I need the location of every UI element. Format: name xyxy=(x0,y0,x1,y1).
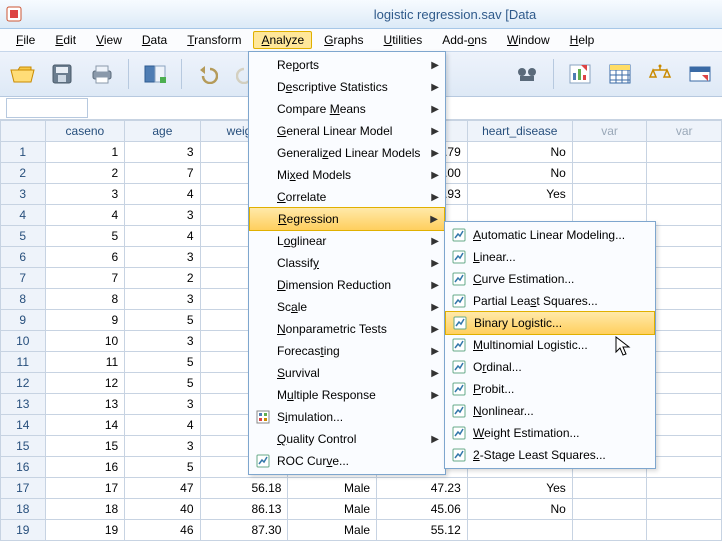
row-header-blank[interactable] xyxy=(1,121,46,142)
menu-file[interactable]: File xyxy=(8,31,43,49)
open-button[interactable] xyxy=(6,57,38,91)
menu-item-nonparametric-tests[interactable]: Nonparametric Tests▶ xyxy=(249,318,445,340)
menu-view[interactable]: View xyxy=(88,31,130,49)
menu-bar: FileEditViewDataTransformAnalyzeGraphs Ut… xyxy=(0,29,722,52)
window-title: logistic regression.sav [Data xyxy=(188,7,722,22)
submenu-arrow-icon: ▶ xyxy=(431,280,439,291)
menu-help[interactable]: Help xyxy=(562,31,603,49)
submenu-arrow-icon: ▶ xyxy=(431,148,439,159)
menu-item-dimension-reduction[interactable]: Dimension Reduction▶ xyxy=(249,274,445,296)
regression-item-icon xyxy=(451,337,467,353)
submenu-arrow-icon: ▶ xyxy=(431,368,439,379)
submenu-arrow-icon: ▶ xyxy=(431,346,439,357)
submenu-arrow-icon: ▶ xyxy=(431,258,439,269)
menu-item-multiple-response[interactable]: Multiple Response▶ xyxy=(249,384,445,406)
submenu-arrow-icon: ▶ xyxy=(431,434,439,445)
save-button[interactable] xyxy=(46,57,78,91)
menu-analyze[interactable]: Analyze xyxy=(253,31,312,49)
regression-item-icon xyxy=(451,249,467,265)
submenu-arrow-icon: ▶ xyxy=(431,390,439,401)
simulation-icon xyxy=(255,409,271,425)
regression-item-icon xyxy=(451,381,467,397)
submenu-arrow-icon: ▶ xyxy=(430,214,438,225)
menu-item-curve-estimation[interactable]: Curve Estimation... xyxy=(445,268,655,290)
menu-item-2-stage-least-squares[interactable]: 2-Stage Least Squares... xyxy=(445,444,655,466)
table-row[interactable]: 19194687.30Male55.12 xyxy=(1,520,722,541)
menu-item-classify[interactable]: Classify▶ xyxy=(249,252,445,274)
menu-item-general-linear-model[interactable]: General Linear Model▶ xyxy=(249,120,445,142)
menu-item-linear[interactable]: Linear... xyxy=(445,246,655,268)
menu-item-forecasting[interactable]: Forecasting▶ xyxy=(249,340,445,362)
menu-window[interactable]: Window xyxy=(499,31,558,49)
submenu-arrow-icon: ▶ xyxy=(431,104,439,115)
menu-item-multinomial-logistic[interactable]: Multinomial Logistic... xyxy=(445,334,655,356)
recall-dialog-button[interactable] xyxy=(139,57,171,91)
menu-item-automatic-linear-modeling[interactable]: Automatic Linear Modeling... xyxy=(445,224,655,246)
column-header-var[interactable]: var xyxy=(572,121,647,142)
menu-edit[interactable]: Edit xyxy=(47,31,84,49)
menu-addons[interactable]: Add-ons xyxy=(434,31,495,49)
undo-button[interactable] xyxy=(192,57,224,91)
menu-item-quality-control[interactable]: Quality Control▶ xyxy=(249,428,445,450)
menu-item-descriptive-statistics[interactable]: Descriptive Statistics▶ xyxy=(249,76,445,98)
regression-item-icon xyxy=(451,359,467,375)
weight-cases-button[interactable] xyxy=(644,57,676,91)
find-button[interactable] xyxy=(511,57,543,91)
menu-item-loglinear[interactable]: Loglinear▶ xyxy=(249,230,445,252)
menu-item-partial-least-squares[interactable]: Partial Least Squares... xyxy=(445,290,655,312)
menu-item-regression[interactable]: Regression▶ xyxy=(249,207,445,231)
submenu-arrow-icon: ▶ xyxy=(431,60,439,71)
regression-item-icon xyxy=(452,315,468,331)
menu-item-simulation[interactable]: Simulation... xyxy=(249,406,445,428)
column-header-var[interactable]: var xyxy=(647,121,722,142)
menu-graphs[interactable]: Graphs xyxy=(316,31,371,49)
menu-item-scale[interactable]: Scale▶ xyxy=(249,296,445,318)
menu-item-reports[interactable]: Reports▶ xyxy=(249,54,445,76)
submenu-arrow-icon: ▶ xyxy=(431,126,439,137)
regression-item-icon xyxy=(451,447,467,463)
column-header-heart_disease[interactable]: heart_disease xyxy=(467,121,572,142)
menu-item-binary-logistic[interactable]: Binary Logistic... xyxy=(445,311,655,335)
menu-item-probit[interactable]: Probit... xyxy=(445,378,655,400)
table-row[interactable]: 17174756.18Male47.23Yes xyxy=(1,478,722,499)
value-labels-button[interactable] xyxy=(684,57,716,91)
submenu-arrow-icon: ▶ xyxy=(431,236,439,247)
analyze-menu[interactable]: Reports▶Descriptive Statistics▶Compare M… xyxy=(248,51,446,475)
regression-item-icon xyxy=(451,403,467,419)
title-bar: logistic regression.sav [Data xyxy=(0,0,722,29)
table-row[interactable]: 18184086.13Male45.06No xyxy=(1,499,722,520)
grid-button[interactable] xyxy=(604,57,636,91)
column-header-age[interactable]: age xyxy=(125,121,200,142)
column-header-caseno[interactable]: caseno xyxy=(45,121,125,142)
menu-utilities[interactable]: Utilities xyxy=(376,31,431,49)
submenu-arrow-icon: ▶ xyxy=(431,192,439,203)
menu-item-weight-estimation[interactable]: Weight Estimation... xyxy=(445,422,655,444)
regression-item-icon xyxy=(451,425,467,441)
menu-item-nonlinear[interactable]: Nonlinear... xyxy=(445,400,655,422)
regression-item-icon xyxy=(451,271,467,287)
menu-item-correlate[interactable]: Correlate▶ xyxy=(249,186,445,208)
roc-icon xyxy=(255,453,271,469)
submenu-arrow-icon: ▶ xyxy=(431,170,439,181)
regression-item-icon xyxy=(451,227,467,243)
menu-item-mixed-models[interactable]: Mixed Models▶ xyxy=(249,164,445,186)
regression-submenu[interactable]: Automatic Linear Modeling...Linear...Cur… xyxy=(444,221,656,469)
menu-item-generalized-linear-models[interactable]: Generalized Linear Models▶ xyxy=(249,142,445,164)
regression-item-icon xyxy=(451,293,467,309)
menu-item-roc-curve[interactable]: ROC Curve... xyxy=(249,450,445,472)
chart-builder-button[interactable] xyxy=(564,57,596,91)
menu-item-ordinal[interactable]: Ordinal... xyxy=(445,356,655,378)
submenu-arrow-icon: ▶ xyxy=(431,302,439,313)
app-icon xyxy=(6,6,22,22)
print-button[interactable] xyxy=(86,57,118,91)
menu-data[interactable]: Data xyxy=(134,31,175,49)
submenu-arrow-icon: ▶ xyxy=(431,324,439,335)
name-box[interactable] xyxy=(6,98,88,118)
menu-transform[interactable]: Transform xyxy=(179,31,249,49)
menu-item-compare-means[interactable]: Compare Means▶ xyxy=(249,98,445,120)
menu-item-survival[interactable]: Survival▶ xyxy=(249,362,445,384)
submenu-arrow-icon: ▶ xyxy=(431,82,439,93)
